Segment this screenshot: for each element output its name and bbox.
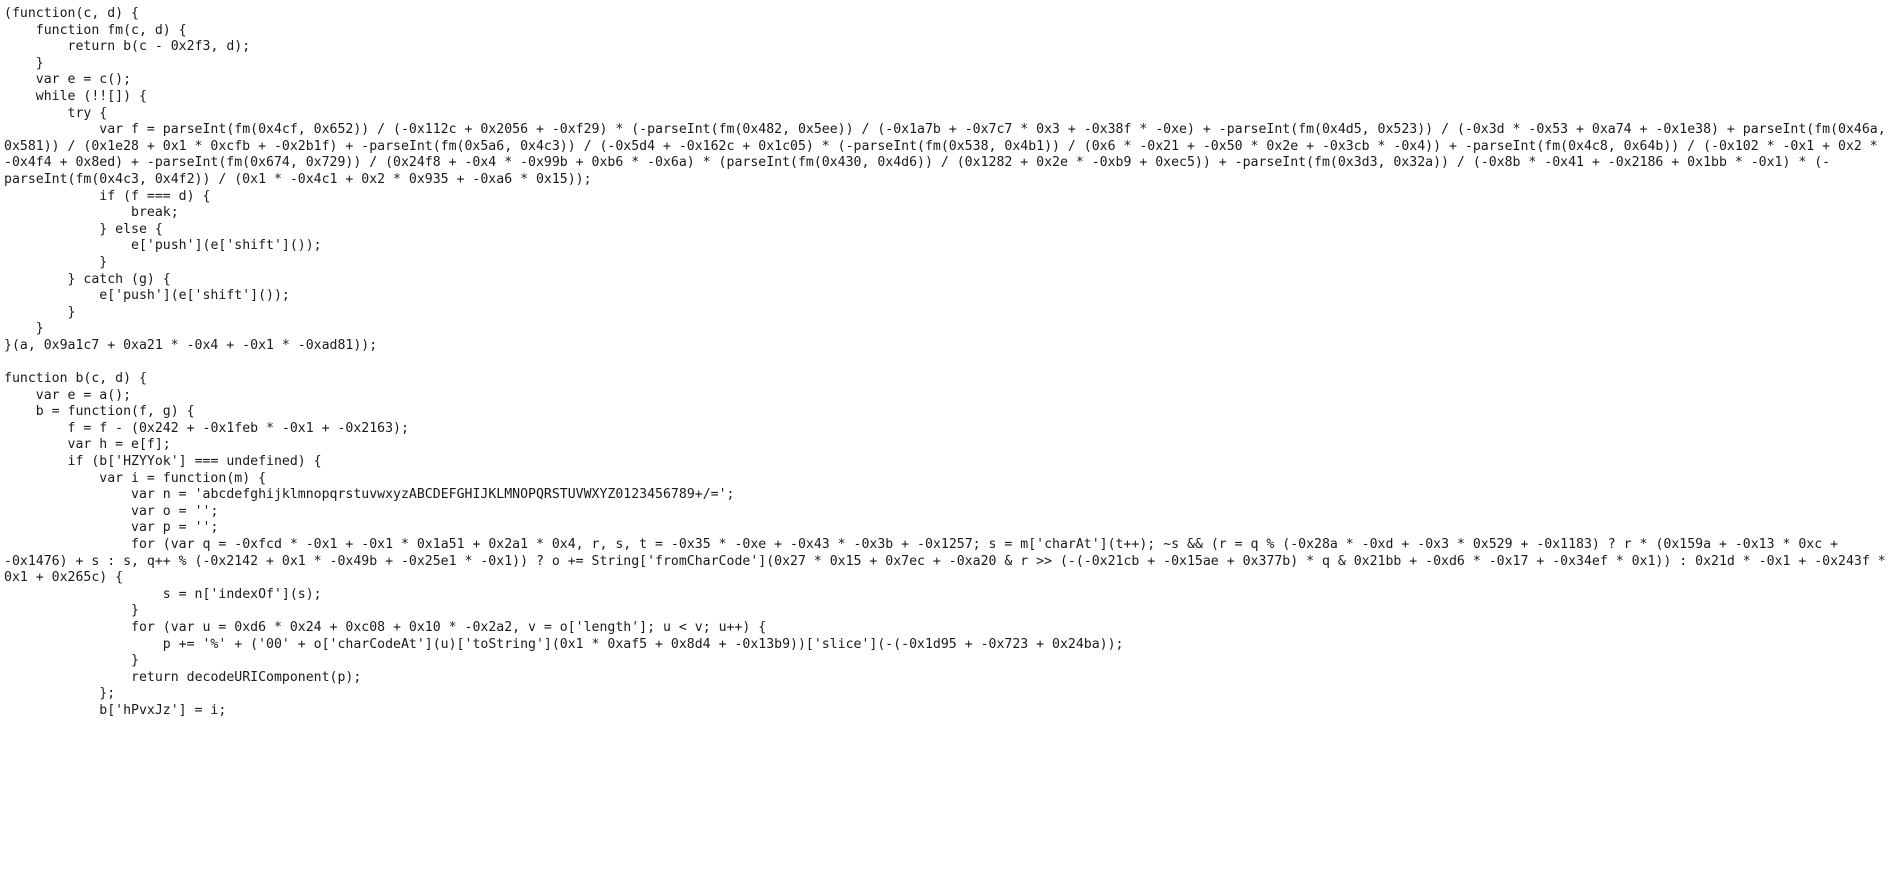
- source-code-text: (function(c, d) { function fm(c, d) { re…: [4, 6, 1886, 718]
- code-viewer[interactable]: (function(c, d) { function fm(c, d) { re…: [0, 0, 1893, 889]
